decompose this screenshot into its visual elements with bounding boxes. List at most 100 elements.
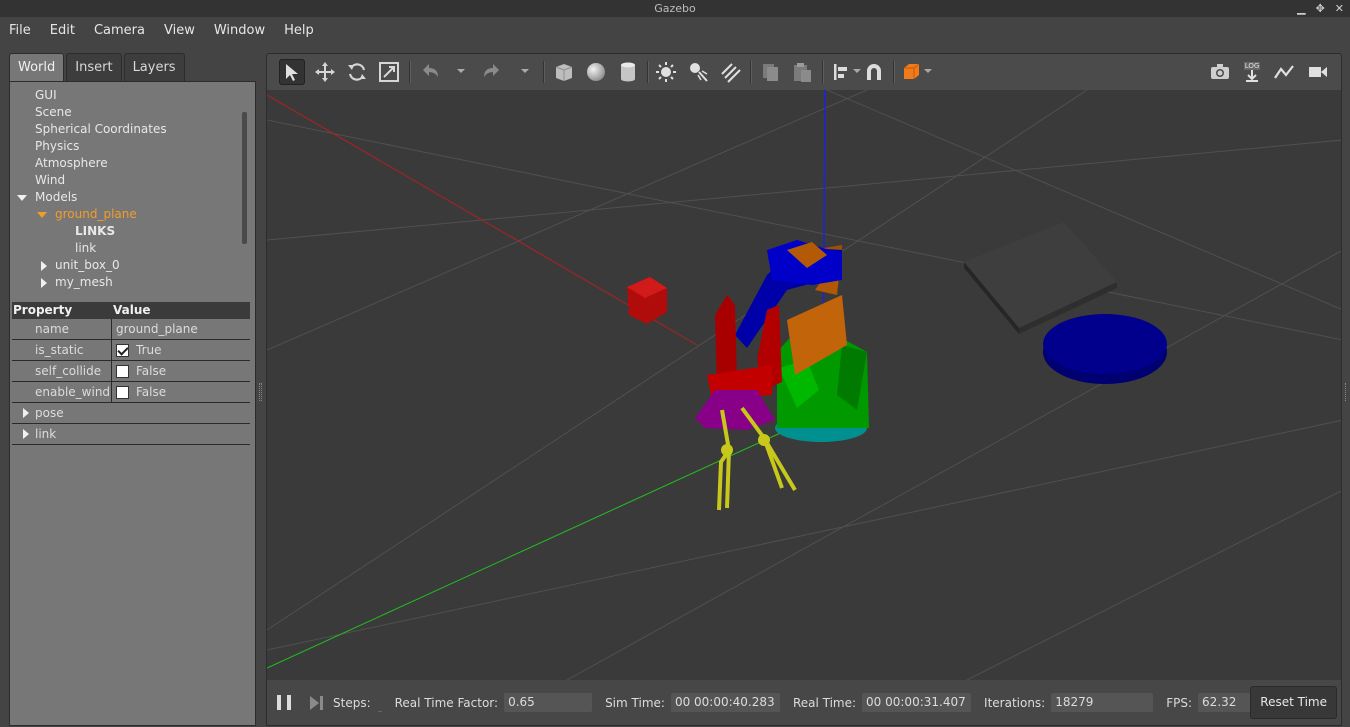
box-icon[interactable] [551,59,577,85]
menu-window[interactable]: Window [214,23,265,38]
menu-bar: File Edit Camera View Window Help [0,17,1350,44]
steps-spinbox[interactable] [377,693,382,712]
scale-icon[interactable] [376,59,402,85]
rotate-icon[interactable] [344,59,370,85]
menu-file[interactable]: File [9,23,31,38]
translate-icon[interactable] [312,59,338,85]
toolbar: LOG [266,53,1342,90]
iterations-value: 18279 [1051,693,1154,712]
property-value[interactable]: ground_plane [112,319,250,339]
unit-box-red [627,277,667,324]
panel-tabs: World Insert Layers [9,53,187,81]
tree-item-gui[interactable]: GUI [10,87,244,104]
menu-edit[interactable]: Edit [50,23,75,38]
expand-right-icon[interactable] [41,261,47,271]
toolbar-separator [750,61,752,83]
close-icon[interactable]: ✕ [1335,0,1344,17]
fps-label: FPS: [1166,695,1193,710]
toolbar-separator [822,61,824,83]
point-light-icon[interactable] [653,59,679,85]
tree-item-unit-box[interactable]: unit_box_0 [10,257,244,274]
panel-splitter-handle[interactable] [259,383,262,401]
redo-icon[interactable] [479,59,505,85]
undo-dropdown-caret[interactable] [457,69,465,73]
tree-item-link[interactable]: link [10,240,244,257]
self-collide-checkbox[interactable] [116,364,129,378]
pause-icon[interactable] [277,695,291,710]
tree-item-spherical-coordinates[interactable]: Spherical Coordinates [10,121,244,138]
tree-item-models[interactable]: Models [10,189,244,206]
property-table: Property Value name ground_plane is_stat… [12,302,250,445]
steps-label: Steps: [333,695,371,710]
plot-icon[interactable] [1271,59,1297,85]
property-row-link[interactable]: link [12,424,250,445]
step-icon[interactable] [309,695,325,711]
tree-item-label: ground_plane [55,207,137,221]
expand-down-icon[interactable] [37,212,47,218]
expand-down-icon[interactable] [17,195,27,201]
menu-help[interactable]: Help [284,23,314,38]
view-angle-icon[interactable] [899,59,925,85]
maximize-icon[interactable]: ✥ [1316,0,1325,17]
status-bar: Steps: Real Time Factor: 0.65 Sim Time: … [266,680,1342,726]
toolbar-separator [893,61,895,83]
copy-icon[interactable] [757,59,783,85]
window-title: Gazebo [654,2,696,15]
tree-item-atmosphere[interactable]: Atmosphere [10,155,244,172]
cylinder-blue [1043,314,1167,384]
directional-light-icon[interactable] [717,59,743,85]
expand-right-icon[interactable] [23,408,29,418]
minimize-icon[interactable]: ▁ [1297,0,1305,17]
window-controls: ▁ ✥ ✕ [1297,0,1344,17]
cylinder-icon[interactable] [615,59,641,85]
right-panel-splitter-handle[interactable] [1345,383,1348,401]
tree-item-physics[interactable]: Physics [10,138,244,155]
log-icon[interactable]: LOG [1239,59,1265,85]
align-icon[interactable] [829,59,855,85]
spot-light-icon[interactable] [685,59,711,85]
property-row-is-static: is_static True [12,340,250,361]
header-value: Value [113,303,151,317]
tree-item-ground-plane[interactable]: ground_plane [10,206,244,223]
property-row-self-collide: self_collide False [12,361,250,382]
property-row-name: name ground_plane [12,319,250,340]
paste-icon[interactable] [789,59,815,85]
property-value: False [136,364,167,378]
3d-viewport[interactable] [266,90,1342,680]
tree-item-scene[interactable]: Scene [10,104,244,121]
toolbar-separator [543,61,545,83]
real-time-factor-value: 0.65 [504,693,593,712]
menu-view[interactable]: View [164,23,195,38]
robot-arm [695,240,869,511]
log-label: LOG [1243,62,1261,70]
is-static-checkbox[interactable] [116,343,129,357]
redo-dropdown-caret[interactable] [521,69,529,73]
property-row-pose[interactable]: pose [12,403,250,424]
real-time-label: Real Time: [792,695,857,710]
snap-magnet-icon[interactable] [861,59,887,85]
tree-scrollbar[interactable] [242,112,247,244]
tab-layers[interactable]: Layers [123,53,185,81]
reset-time-button[interactable]: Reset Time [1250,686,1337,719]
sim-time-value: 00 00:00:40.283 [670,693,780,712]
world-tree: GUI Scene Spherical Coordinates Physics … [10,87,244,300]
tree-item-wind[interactable]: Wind [10,172,244,189]
tab-world[interactable]: World [9,53,65,81]
undo-icon[interactable] [417,59,443,85]
sphere-icon[interactable] [583,59,609,85]
menu-camera[interactable]: Camera [94,23,145,38]
enable-wind-checkbox[interactable] [116,385,129,399]
view-angle-dropdown-caret[interactable] [924,69,932,73]
expand-right-icon[interactable] [41,278,47,288]
property-key: enable_wind [12,382,112,402]
align-dropdown-caret[interactable] [853,69,861,73]
screenshot-icon[interactable] [1207,59,1233,85]
real-time-value: 00 00:00:31.407 [862,693,972,712]
property-key: name [12,319,112,339]
select-arrow-icon[interactable] [279,59,305,85]
expand-right-icon[interactable] [23,429,29,439]
video-record-icon[interactable] [1305,59,1331,85]
tab-insert[interactable]: Insert [66,53,122,81]
tree-item-my-mesh[interactable]: my_mesh [10,274,244,291]
header-property: Property [13,303,73,317]
